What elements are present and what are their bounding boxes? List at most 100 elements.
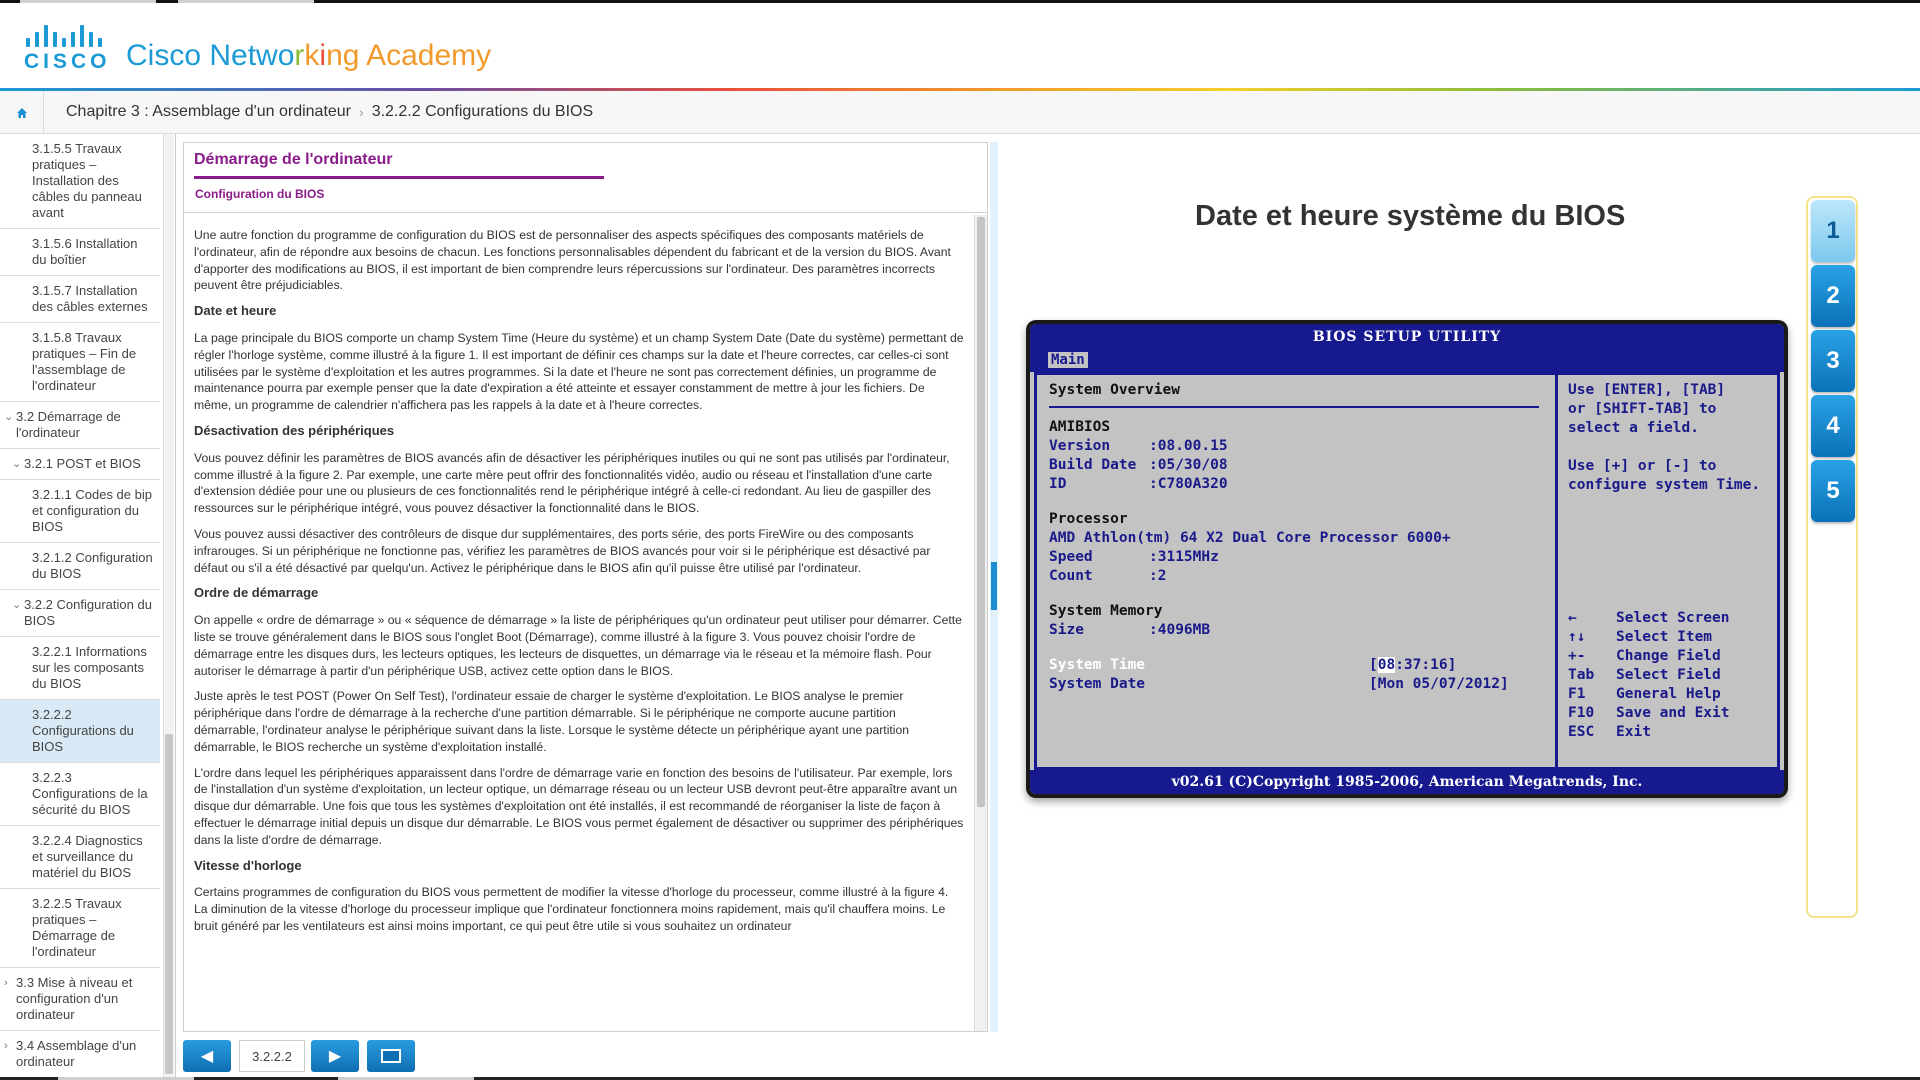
sidebar-item[interactable]: › 3.3 Mise à niveau et configuration d'un… <box>0 968 160 1031</box>
bios-key-row: ESC Exit <box>1568 724 1651 740</box>
bottom-nav: ◀ 3.2.2.2 ▶ <box>183 1036 603 1074</box>
sidebar-item[interactable]: 3.2.2.3 Configurations de la sécurité du… <box>0 763 160 826</box>
paragraph: Une autre fonction du programme de confi… <box>194 228 951 293</box>
section-heading: Ordre de démarrage <box>194 585 319 601</box>
chevron-down-icon[interactable]: ⌄ <box>12 456 21 472</box>
arrow-right-icon: ▶ <box>328 1048 342 1065</box>
figure-title: Date et heure système du BIOS <box>1195 200 1626 232</box>
bios-tab-main: Main <box>1048 352 1088 368</box>
bios-main-area: System Overview AMIBIOS Version:08.00.15… <box>1034 372 1780 770</box>
sidebar-item-label: 3.1.5.5 Travaux pratiques – Installation… <box>32 141 142 220</box>
paragraph: Vous pouvez aussi désactiver des contrôl… <box>194 526 931 575</box>
sidebar-scrollbar[interactable] <box>163 134 174 1080</box>
sidebar-item-label: 3.2.2.2 Configurations du BIOS <box>32 707 134 754</box>
bios-system-date: System Date [Mon 05/07/2012] <box>1049 676 1509 692</box>
pane-splitter[interactable] <box>990 142 998 1032</box>
bios-key-row: ← Select Screen <box>1568 610 1730 626</box>
sidebar-item[interactable]: 3.1.5.8 Travaux pratiques – Fin de l'ass… <box>0 323 160 402</box>
chevron-right-icon[interactable]: › <box>4 975 8 991</box>
content-body: Une autre fonction du programme de confi… <box>184 215 974 1031</box>
sidebar: 3.1.5.5 Travaux pratiques – Installation… <box>0 134 176 1080</box>
sidebar-item[interactable]: 3.2.2.2 Configurations du BIOS <box>0 700 160 763</box>
bios-row: Speed:3115MHz <box>1049 549 1219 565</box>
bios-screenshot: BIOS SETUP UTILITY Main System Overview … <box>1026 320 1788 798</box>
sidebar-item[interactable]: 3.2.2.1 Informations sur les composants … <box>0 637 160 700</box>
figure-tab-3[interactable]: 3 <box>1811 330 1855 392</box>
header: CISCO Cisco Networking Academy <box>0 3 1920 88</box>
academy-title: Cisco Networking Academy <box>126 39 492 72</box>
figure-tabs: 12345 <box>1806 196 1858 918</box>
section-heading: Vitesse d'horloge <box>194 857 302 873</box>
bios-help-pane: Use [ENTER], [TAB] or [SHIFT-TAB] to sel… <box>1555 375 1777 767</box>
content-subtitle: Configuration du BIOS <box>195 187 325 201</box>
sidebar-item-label: 3.4 Assemblage d'un ordinateur <box>16 1038 137 1069</box>
sidebar-item-label: 3.2.2.5 Travaux pratiques – Démarrage de… <box>32 896 122 959</box>
bios-row: Count:2 <box>1049 568 1167 584</box>
sidebar-item[interactable]: 3.1.5.7 Installation des câbles externes <box>0 276 160 323</box>
sidebar-item[interactable]: 3.2.2.4 Diagnostics et surveillance du m… <box>0 826 160 889</box>
sidebar-scrollbar-thumb[interactable] <box>165 734 173 1074</box>
breadcrumb-section[interactable]: 3.2.2.2 Configurations du BIOS <box>372 103 593 121</box>
figure-tab-4[interactable]: 4 <box>1811 395 1855 457</box>
sidebar-item[interactable]: 3.1.5.6 Installation du boîtier <box>0 229 160 276</box>
bios-rule <box>1049 406 1539 408</box>
bios-screen: BIOS SETUP UTILITY Main System Overview … <box>1030 324 1784 794</box>
home-button[interactable] <box>0 91 44 134</box>
sidebar-item-label: 3.2.2.1 Informations sur les composants … <box>32 644 147 691</box>
sidebar-item-label: 3.2.2.3 Configurations de la sécurité du… <box>32 770 148 817</box>
page-indicator: 3.2.2.2 <box>239 1040 305 1072</box>
paragraph: Juste après le test POST (Power On Self … <box>194 689 910 754</box>
bios-row: ID:C780A320 <box>1049 476 1228 492</box>
breadcrumb-chapter[interactable]: Chapitre 3 : Assemblage d'un ordinateur <box>66 103 351 121</box>
figure-tab-1[interactable]: 1 <box>1811 200 1855 262</box>
bios-overview-heading: System Overview <box>1049 382 1180 398</box>
splitter-grip[interactable] <box>991 562 997 610</box>
home-icon <box>16 107 27 118</box>
chevron-right-icon[interactable]: › <box>4 1038 8 1054</box>
bios-row: Version:08.00.15 <box>1049 438 1228 454</box>
sidebar-item[interactable]: › 3.4 Assemblage d'un ordinateur <box>0 1031 160 1078</box>
breadcrumb: Chapitre 3 : Assemblage d'un ordinateur … <box>66 103 593 121</box>
fullscreen-button[interactable] <box>367 1040 415 1072</box>
chevron-down-icon[interactable]: ⌄ <box>12 597 21 613</box>
bios-title: BIOS SETUP UTILITY <box>1030 324 1784 350</box>
sidebar-item-label: 3.2.1.2 Configuration du BIOS <box>32 550 153 581</box>
screen-icon <box>381 1049 401 1063</box>
paragraph: Certains programmes de configuration du … <box>194 885 949 933</box>
sidebar-item-label: 3.1.5.7 Installation des câbles externes <box>32 283 148 314</box>
figure-tab-5[interactable]: 5 <box>1811 460 1855 522</box>
paragraph: On appelle « ordre de démarrage » ou « s… <box>194 613 962 678</box>
prev-button[interactable]: ◀ <box>183 1040 231 1072</box>
cisco-logo[interactable]: CISCO <box>24 25 110 73</box>
sidebar-item-label: 3.2.2 Configuration du BIOS <box>24 597 152 628</box>
bios-key-row: +- Change Field <box>1568 648 1721 664</box>
bios-key-legend: ← Select Screen ↑↓ Select Item +- Change Fiel… <box>1568 609 1767 742</box>
sidebar-item[interactable]: ⌄ 3.2.1 POST et BIOS <box>0 449 160 480</box>
sidebar-item[interactable]: ⌄ 3.2 Démarrage de l'ordinateur <box>0 402 160 449</box>
figure-tab-2[interactable]: 2 <box>1811 265 1855 327</box>
sidebar-item[interactable]: ⌄ 3.2.2 Configuration du BIOS <box>0 590 160 637</box>
bios-processor: Processor <box>1049 511 1128 527</box>
sidebar-item[interactable]: 3.1.5.5 Travaux pratiques – Installation… <box>0 134 160 229</box>
content-scrollbar-thumb[interactable] <box>977 217 985 807</box>
section-heading: Date et heure <box>194 303 277 319</box>
cisco-wordmark: CISCO <box>24 50 111 73</box>
breadcrumb-bar: Chapitre 3 : Assemblage d'un ordinateur … <box>0 91 1920 134</box>
bios-amibios: AMIBIOS <box>1049 419 1111 435</box>
paragraph: L'ordre dans lequel les périphériques ap… <box>194 765 964 847</box>
sidebar-item[interactable]: 3.2.1.2 Configuration du BIOS <box>0 543 160 590</box>
sidebar-item-label: 3.2.2.4 Diagnostics et surveillance du m… <box>32 833 143 880</box>
sidebar-item[interactable]: 3.2.1.1 Codes de bip et configuration du… <box>0 480 160 543</box>
sidebar-item[interactable]: 3.2.2.5 Travaux pratiques – Démarrage de… <box>0 889 160 968</box>
chevron-down-icon[interactable]: ⌄ <box>4 409 13 425</box>
bios-footer: v02.61 (C)Copyright 1985-2006, American … <box>1030 770 1784 794</box>
next-button[interactable]: ▶ <box>311 1040 359 1072</box>
paragraph: La page principale du BIOS comporte un c… <box>194 330 964 413</box>
bios-memory: System Memory <box>1049 603 1163 619</box>
bios-system-time: System Time [08:37:16] <box>1049 657 1457 673</box>
content-panel: Démarrage de l'ordinateur Configuration … <box>183 142 988 1032</box>
paragraph: Vous pouvez définir les paramètres de BI… <box>194 450 950 516</box>
bios-cpu: AMD Athlon(tm) 64 X2 Dual Core Processor… <box>1049 530 1451 546</box>
content-scrollbar[interactable] <box>974 215 987 1031</box>
sidebar-list: 3.1.5.5 Travaux pratiques – Installation… <box>0 134 160 1078</box>
